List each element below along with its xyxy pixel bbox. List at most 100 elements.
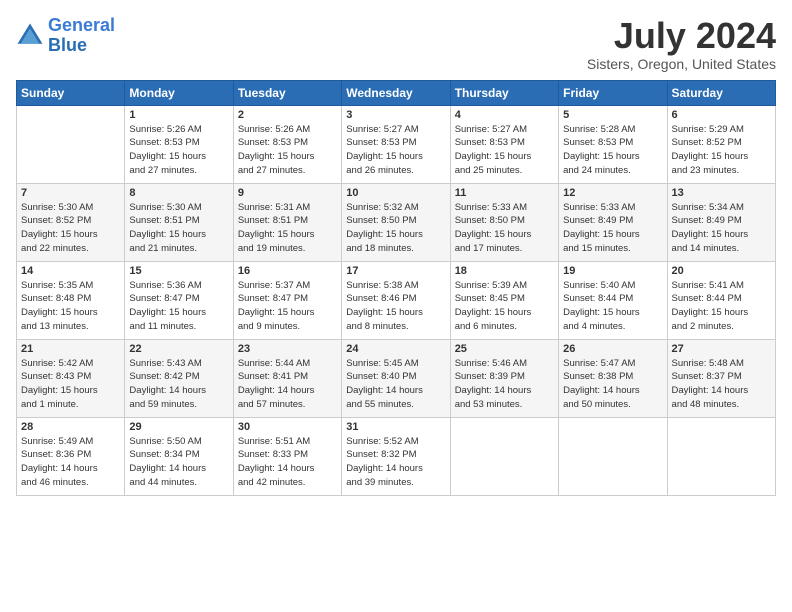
day-number: 24 (346, 343, 445, 355)
day-number: 4 (455, 109, 554, 121)
day-number: 16 (238, 265, 337, 277)
day-info: Sunrise: 5:49 AM Sunset: 8:36 PM Dayligh… (21, 435, 120, 490)
day-info: Sunrise: 5:29 AM Sunset: 8:52 PM Dayligh… (672, 123, 771, 178)
day-header-friday: Friday (559, 80, 667, 105)
day-header-tuesday: Tuesday (233, 80, 341, 105)
calendar-cell: 31 Sunrise: 5:52 AM Sunset: 8:32 PM Dayli… (342, 417, 450, 495)
day-number: 25 (455, 343, 554, 355)
calendar-cell: 25 Sunrise: 5:46 AM Sunset: 8:39 PM Dayli… (450, 339, 558, 417)
calendar-header-row: SundayMondayTuesdayWednesdayThursdayFrid… (17, 80, 776, 105)
calendar-cell: 23 Sunrise: 5:44 AM Sunset: 8:41 PM Dayli… (233, 339, 341, 417)
title-block: July 2024 Sisters, Oregon, United States (587, 16, 776, 72)
calendar-cell: 21Sunrise: 5:42 AM Sunset: 8:43 PM Dayli… (17, 339, 125, 417)
calendar-cell (559, 417, 667, 495)
day-info: Sunrise: 5:31 AM Sunset: 8:51 PM Dayligh… (238, 201, 337, 256)
day-info: Sunrise: 5:34 AM Sunset: 8:49 PM Dayligh… (672, 201, 771, 256)
calendar-cell: 6Sunrise: 5:29 AM Sunset: 8:52 PM Daylig… (667, 105, 775, 183)
calendar-cell: 16 Sunrise: 5:37 AM Sunset: 8:47 PM Dayli… (233, 261, 341, 339)
logo-icon (16, 22, 44, 50)
logo: General Blue (16, 16, 115, 56)
day-number: 29 (129, 421, 228, 433)
day-info: Sunrise: 5:33 AM Sunset: 8:50 PM Dayligh… (455, 201, 554, 256)
day-info: Sunrise: 5:51 AM Sunset: 8:33 PM Dayligh… (238, 435, 337, 490)
day-number: 19 (563, 265, 662, 277)
day-number: 31 (346, 421, 445, 433)
calendar-cell: 24 Sunrise: 5:45 AM Sunset: 8:40 PM Dayli… (342, 339, 450, 417)
calendar-cell (17, 105, 125, 183)
day-number: 28 (21, 421, 120, 433)
day-header-sunday: Sunday (17, 80, 125, 105)
day-number: 1 (129, 109, 228, 121)
day-info: Sunrise: 5:36 AM Sunset: 8:47 PM Dayligh… (129, 279, 228, 334)
calendar-cell: 11 Sunrise: 5:33 AM Sunset: 8:50 PM Dayli… (450, 183, 558, 261)
calendar-cell: 18 Sunrise: 5:39 AM Sunset: 8:45 PM Dayli… (450, 261, 558, 339)
calendar-cell: 30 Sunrise: 5:51 AM Sunset: 8:33 PM Dayli… (233, 417, 341, 495)
day-number: 26 (563, 343, 662, 355)
day-number: 18 (455, 265, 554, 277)
calendar-cell: 9 Sunrise: 5:31 AM Sunset: 8:51 PM Daylig… (233, 183, 341, 261)
calendar-table: SundayMondayTuesdayWednesdayThursdayFrid… (16, 80, 776, 496)
day-info: Sunrise: 5:45 AM Sunset: 8:40 PM Dayligh… (346, 357, 445, 412)
calendar-cell: 28 Sunrise: 5:49 AM Sunset: 8:36 PM Dayli… (17, 417, 125, 495)
day-info: Sunrise: 5:27 AM Sunset: 8:53 PM Dayligh… (455, 123, 554, 178)
day-number: 30 (238, 421, 337, 433)
day-info: Sunrise: 5:43 AM Sunset: 8:42 PM Dayligh… (129, 357, 228, 412)
location: Sisters, Oregon, United States (587, 56, 776, 72)
calendar-cell: 3Sunrise: 5:27 AM Sunset: 8:53 PM Daylig… (342, 105, 450, 183)
calendar-cell: 1 Sunrise: 5:26 AM Sunset: 8:53 PM Daylig… (125, 105, 233, 183)
calendar-week-row: 14 Sunrise: 5:35 AM Sunset: 8:48 PM Dayli… (17, 261, 776, 339)
calendar-cell (450, 417, 558, 495)
day-info: Sunrise: 5:26 AM Sunset: 8:53 PM Dayligh… (238, 123, 337, 178)
calendar-cell: 10 Sunrise: 5:32 AM Sunset: 8:50 PM Dayli… (342, 183, 450, 261)
day-number: 2 (238, 109, 337, 121)
day-header-monday: Monday (125, 80, 233, 105)
day-info: Sunrise: 5:35 AM Sunset: 8:48 PM Dayligh… (21, 279, 120, 334)
day-number: 9 (238, 187, 337, 199)
day-info: Sunrise: 5:37 AM Sunset: 8:47 PM Dayligh… (238, 279, 337, 334)
day-info: Sunrise: 5:26 AM Sunset: 8:53 PM Dayligh… (129, 123, 228, 178)
logo-text: General Blue (48, 16, 115, 56)
calendar-cell: 29Sunrise: 5:50 AM Sunset: 8:34 PM Dayli… (125, 417, 233, 495)
day-number: 10 (346, 187, 445, 199)
day-number: 5 (563, 109, 662, 121)
calendar-cell: 20Sunrise: 5:41 AM Sunset: 8:44 PM Dayli… (667, 261, 775, 339)
day-number: 22 (129, 343, 228, 355)
day-info: Sunrise: 5:48 AM Sunset: 8:37 PM Dayligh… (672, 357, 771, 412)
calendar-cell: 19 Sunrise: 5:40 AM Sunset: 8:44 PM Dayli… (559, 261, 667, 339)
day-number: 3 (346, 109, 445, 121)
day-number: 17 (346, 265, 445, 277)
day-info: Sunrise: 5:30 AM Sunset: 8:51 PM Dayligh… (129, 201, 228, 256)
calendar-cell: 7Sunrise: 5:30 AM Sunset: 8:52 PM Daylig… (17, 183, 125, 261)
header: General Blue July 2024 Sisters, Oregon, … (16, 16, 776, 72)
calendar-week-row: 7Sunrise: 5:30 AM Sunset: 8:52 PM Daylig… (17, 183, 776, 261)
calendar-cell: 13 Sunrise: 5:34 AM Sunset: 8:49 PM Dayli… (667, 183, 775, 261)
day-header-wednesday: Wednesday (342, 80, 450, 105)
month-title: July 2024 (587, 16, 776, 56)
day-info: Sunrise: 5:47 AM Sunset: 8:38 PM Dayligh… (563, 357, 662, 412)
day-number: 7 (21, 187, 120, 199)
calendar-cell: 4 Sunrise: 5:27 AM Sunset: 8:53 PM Daylig… (450, 105, 558, 183)
day-info: Sunrise: 5:39 AM Sunset: 8:45 PM Dayligh… (455, 279, 554, 334)
day-info: Sunrise: 5:44 AM Sunset: 8:41 PM Dayligh… (238, 357, 337, 412)
day-info: Sunrise: 5:42 AM Sunset: 8:43 PM Dayligh… (21, 357, 120, 412)
day-number: 13 (672, 187, 771, 199)
calendar-cell: 27 Sunrise: 5:48 AM Sunset: 8:37 PM Dayli… (667, 339, 775, 417)
calendar-cell: 17 Sunrise: 5:38 AM Sunset: 8:46 PM Dayli… (342, 261, 450, 339)
day-number: 20 (672, 265, 771, 277)
day-number: 11 (455, 187, 554, 199)
day-header-saturday: Saturday (667, 80, 775, 105)
day-number: 23 (238, 343, 337, 355)
day-info: Sunrise: 5:32 AM Sunset: 8:50 PM Dayligh… (346, 201, 445, 256)
calendar-cell: 8Sunrise: 5:30 AM Sunset: 8:51 PM Daylig… (125, 183, 233, 261)
day-number: 15 (129, 265, 228, 277)
day-info: Sunrise: 5:40 AM Sunset: 8:44 PM Dayligh… (563, 279, 662, 334)
day-info: Sunrise: 5:46 AM Sunset: 8:39 PM Dayligh… (455, 357, 554, 412)
day-number: 14 (21, 265, 120, 277)
day-header-thursday: Thursday (450, 80, 558, 105)
day-info: Sunrise: 5:38 AM Sunset: 8:46 PM Dayligh… (346, 279, 445, 334)
calendar-cell (667, 417, 775, 495)
calendar-cell: 22 Sunrise: 5:43 AM Sunset: 8:42 PM Dayli… (125, 339, 233, 417)
calendar-cell: 5Sunrise: 5:28 AM Sunset: 8:53 PM Daylig… (559, 105, 667, 183)
day-number: 27 (672, 343, 771, 355)
day-info: Sunrise: 5:52 AM Sunset: 8:32 PM Dayligh… (346, 435, 445, 490)
